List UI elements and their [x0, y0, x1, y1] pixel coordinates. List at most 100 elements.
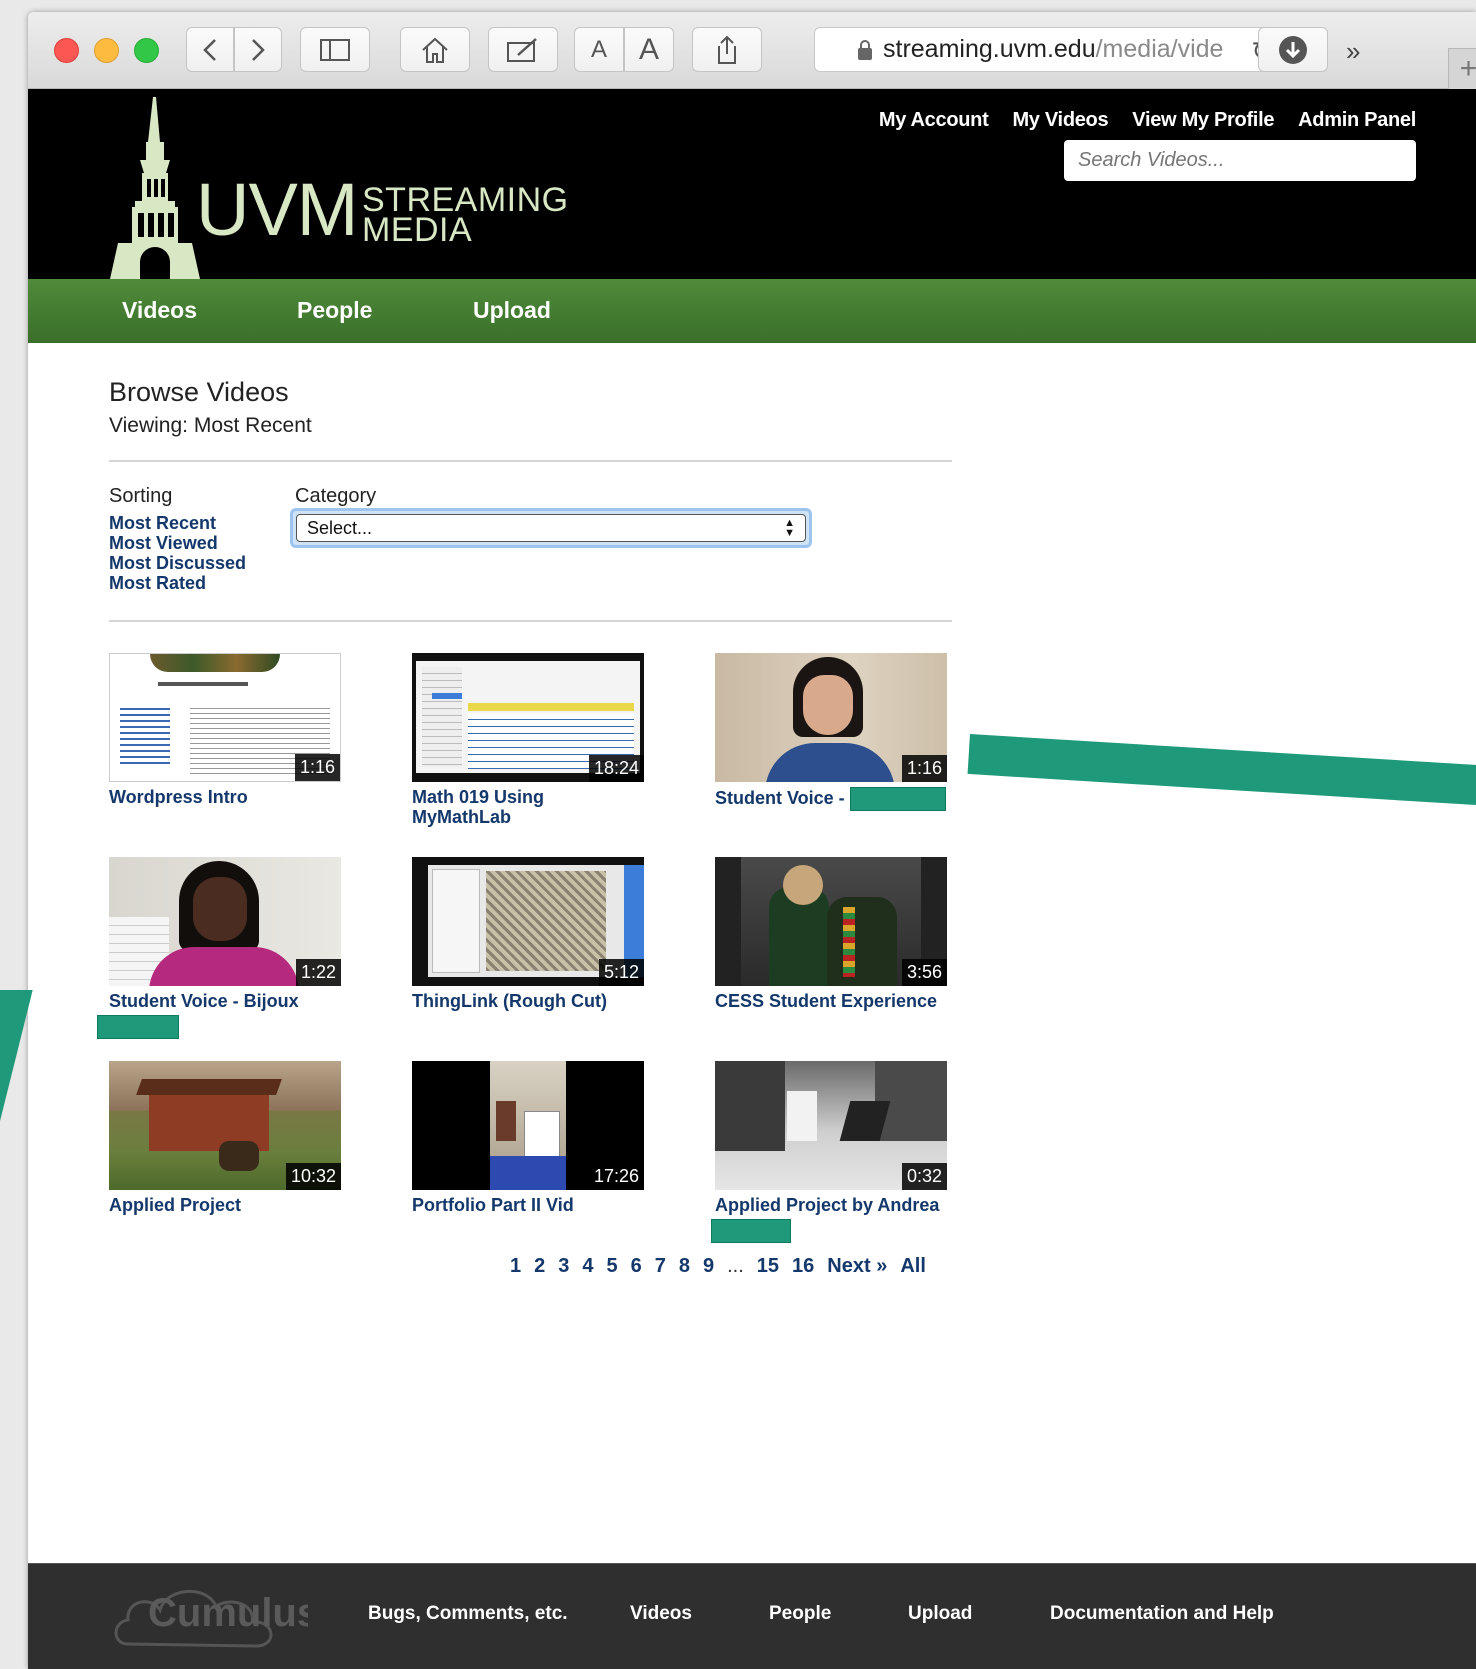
- page-link[interactable]: 16: [792, 1255, 814, 1278]
- edit-icon: [507, 37, 537, 62]
- share-icon: [718, 35, 736, 64]
- sorting-label: Sorting: [109, 485, 173, 507]
- video-thumbnail[interactable]: 1:22: [109, 857, 341, 986]
- my-account-link[interactable]: My Account: [879, 109, 989, 132]
- logo-streaming-text: STREAMING MEDIA: [362, 181, 569, 249]
- minimize-window-button[interactable]: [94, 38, 119, 63]
- video-title-link[interactable]: ThingLink (Rough Cut): [412, 991, 644, 1011]
- next-page-link[interactable]: Next »: [827, 1255, 887, 1278]
- nav-upload[interactable]: Upload: [473, 297, 551, 324]
- browser-window: A A streaming.uvm.edu/media/vide ↻ » +: [28, 12, 1476, 1669]
- video-thumbnail[interactable]: 1:16: [109, 653, 341, 782]
- footer-videos-link[interactable]: Videos: [630, 1603, 692, 1625]
- page-link[interactable]: 15: [757, 1255, 779, 1278]
- divider: [109, 620, 952, 622]
- admin-panel-link[interactable]: Admin Panel: [1298, 109, 1416, 132]
- sort-most-viewed[interactable]: Most Viewed: [109, 533, 246, 553]
- text-smaller-button[interactable]: A: [574, 27, 624, 72]
- page-link[interactable]: 8: [679, 1255, 690, 1278]
- downloads-button[interactable]: [1258, 27, 1328, 72]
- account-links: My Account My Videos View My Profile Adm…: [879, 109, 1416, 132]
- video-card: 0:32 Applied Project by Andrea: [711, 1061, 947, 1243]
- category-select-focus-ring: Select... ▲ ▼: [290, 508, 812, 548]
- select-arrows-icon: ▲ ▼: [784, 517, 795, 539]
- search-input[interactable]: [1064, 140, 1416, 181]
- sidebar-button[interactable]: [300, 27, 370, 72]
- back-button[interactable]: [186, 27, 234, 72]
- reader-notes-button[interactable]: [488, 27, 558, 72]
- video-card: 18:24 Math 019 Using MyMathLab: [412, 653, 644, 827]
- site-header: UVM STREAMING MEDIA My Account My Videos…: [28, 89, 1476, 279]
- video-title-link[interactable]: Applied Project by Andrea: [715, 1195, 947, 1215]
- footer-bugs-link[interactable]: Bugs, Comments, etc.: [368, 1603, 568, 1625]
- page-ellipsis: ...: [727, 1255, 744, 1277]
- footer-people-link[interactable]: People: [769, 1603, 831, 1625]
- nav-people[interactable]: People: [297, 297, 372, 324]
- video-thumbnail[interactable]: 18:24: [412, 653, 644, 782]
- video-card: 10:32 Applied Project: [109, 1061, 341, 1215]
- video-thumbnail[interactable]: 17:26: [412, 1061, 644, 1190]
- video-title-link[interactable]: Portfolio Part II Vid: [412, 1195, 644, 1215]
- page-link[interactable]: 7: [655, 1255, 666, 1278]
- view-my-profile-link[interactable]: View My Profile: [1132, 109, 1274, 132]
- more-toolbar-icon[interactable]: »: [1346, 36, 1360, 67]
- video-title-link[interactable]: CESS Student Experience: [715, 991, 947, 1011]
- text-larger-button[interactable]: A: [624, 27, 674, 72]
- footer-upload-link[interactable]: Upload: [908, 1603, 972, 1625]
- sort-most-recent[interactable]: Most Recent: [109, 513, 246, 533]
- new-tab-button[interactable]: +: [1448, 48, 1476, 90]
- main-nav: Videos People Upload: [28, 279, 1476, 343]
- video-thumbnail[interactable]: 0:32: [715, 1061, 947, 1190]
- page-link[interactable]: 2: [534, 1255, 545, 1278]
- all-pages-link[interactable]: All: [900, 1255, 926, 1278]
- page-current: 1: [510, 1255, 522, 1277]
- page-title: Browse Videos: [109, 377, 289, 407]
- category-label: Category: [295, 485, 377, 507]
- video-thumbnail[interactable]: 10:32: [109, 1061, 341, 1190]
- video-thumbnail[interactable]: 1:16: [715, 653, 947, 782]
- share-button[interactable]: [692, 27, 762, 72]
- video-title-link[interactable]: Student Voice -: [715, 787, 947, 811]
- category-select[interactable]: Select... ▲ ▼: [296, 514, 806, 542]
- download-icon: [1279, 35, 1307, 64]
- video-title-link[interactable]: Student Voice - Bijoux: [109, 991, 341, 1011]
- video-card: 1:16 Wordpress Intro: [109, 653, 341, 807]
- video-thumbnail[interactable]: 5:12: [412, 857, 644, 986]
- video-duration: 1:22: [295, 959, 341, 986]
- zoom-window-button[interactable]: [134, 38, 159, 63]
- sort-most-discussed[interactable]: Most Discussed: [109, 553, 246, 573]
- page-link[interactable]: 9: [703, 1255, 714, 1278]
- video-duration: 17:26: [588, 1163, 644, 1190]
- video-title-link[interactable]: Wordpress Intro: [109, 787, 341, 807]
- video-title-link[interactable]: Applied Project: [109, 1195, 341, 1215]
- page-link[interactable]: 6: [631, 1255, 642, 1278]
- video-duration: 18:24: [588, 755, 644, 782]
- chevron-right-icon: [252, 38, 265, 61]
- video-card: 17:26 Portfolio Part II Vid: [412, 1061, 644, 1215]
- close-window-button[interactable]: [54, 38, 79, 63]
- video-duration: 1:16: [294, 754, 340, 781]
- video-title-link[interactable]: Math 019 Using MyMathLab: [412, 787, 644, 827]
- home-button[interactable]: [400, 27, 470, 72]
- cumulus-logo-text: Cumulus: [148, 1591, 308, 1635]
- redaction-box: [849, 787, 946, 811]
- sidebar-icon: [320, 38, 350, 61]
- video-card: 3:56 CESS Student Experience: [715, 857, 947, 1011]
- page-link[interactable]: 3: [558, 1255, 569, 1278]
- forward-button[interactable]: [234, 27, 282, 72]
- sorting-links: Most Recent Most Viewed Most Discussed M…: [109, 513, 246, 593]
- footer-docs-link[interactable]: Documentation and Help: [1050, 1603, 1274, 1625]
- video-duration: 1:16: [901, 755, 947, 782]
- video-thumbnail[interactable]: 3:56: [715, 857, 947, 986]
- my-videos-link[interactable]: My Videos: [1012, 109, 1108, 132]
- divider: [109, 460, 952, 462]
- nav-videos[interactable]: Videos: [122, 297, 197, 324]
- video-card: 1:16 Student Voice -: [715, 653, 947, 811]
- video-duration: 3:56: [901, 959, 947, 986]
- site-footer: Cumulus Bugs, Comments, etc. Videos Peop…: [28, 1563, 1476, 1669]
- page-link[interactable]: 4: [582, 1255, 593, 1278]
- redaction-box: [97, 1015, 179, 1039]
- sort-most-rated[interactable]: Most Rated: [109, 573, 246, 593]
- address-bar[interactable]: streaming.uvm.edu/media/vide ↻: [814, 27, 1286, 72]
- page-link[interactable]: 5: [607, 1255, 618, 1278]
